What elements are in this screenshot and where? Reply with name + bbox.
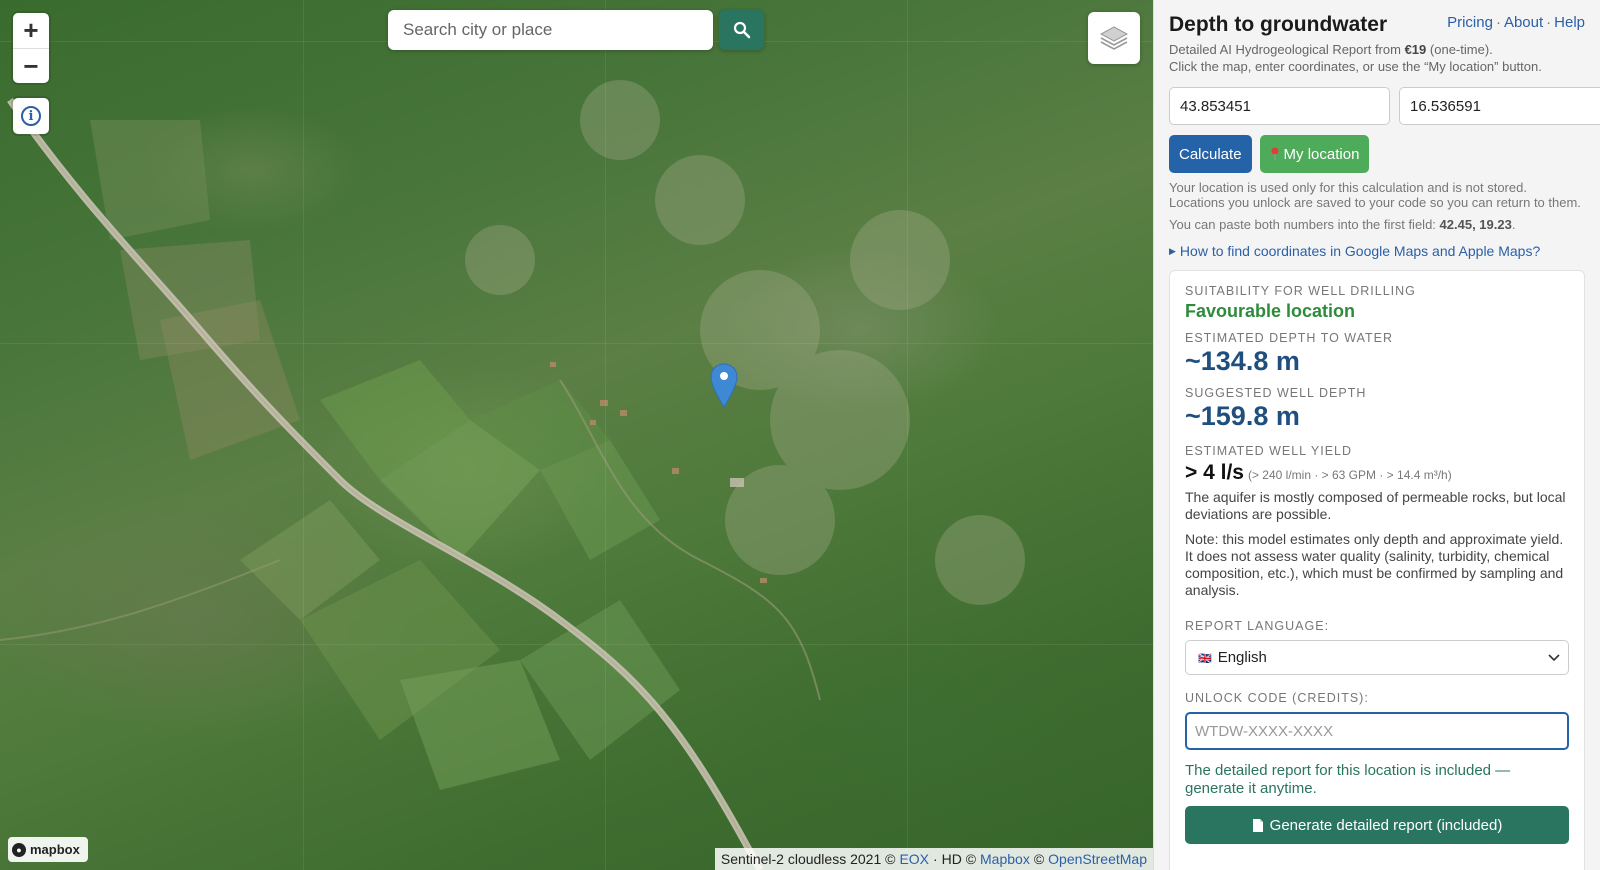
attribution-eox-link[interactable]: EOX <box>899 851 929 867</box>
search-icon <box>733 21 750 39</box>
satellite-imagery <box>0 80 1025 870</box>
privacy-note: Your location is used only for this calc… <box>1169 180 1581 210</box>
unlock-code-input[interactable] <box>1185 712 1569 750</box>
attribution-prefix: Sentinel-2 cloudless 2021 © <box>720 851 896 867</box>
language-caption: Report language: <box>1185 619 1330 633</box>
result-card: Suitability for well drilling Favourable… <box>1169 270 1585 870</box>
yield-detail: (> 240 l/min · > 63 GPM · > 14.4 m³/h) <box>1247 468 1452 482</box>
mapbox-logo[interactable]: ● mapbox <box>8 837 88 862</box>
nav-pricing-link[interactable]: Pricing <box>1447 14 1493 31</box>
longitude-input[interactable] <box>1399 87 1600 125</box>
calculate-button[interactable]: Calculate <box>1169 135 1252 173</box>
language-selected: 🇬🇧 English <box>1198 649 1267 666</box>
well-depth-value: ~159.8 m <box>1185 401 1300 431</box>
paste-tip-suffix: . <box>1511 217 1516 232</box>
yield-caption: Estimated well yield <box>1185 444 1353 458</box>
map-view[interactable]: + − i ● mapbox Sentinel-2 cloudless 2021… <box>0 0 1153 870</box>
zoom-control: + − <box>13 13 49 83</box>
mapbox-logo-text: mapbox <box>30 842 80 857</box>
language-value: English <box>1217 649 1267 666</box>
nav-about-link[interactable]: About <box>1504 14 1543 31</box>
map-grid-line <box>0 644 1153 645</box>
side-panel: Depth to groundwater Pricing · About · Help … <box>1153 0 1600 870</box>
generate-report-label: Generate detailed report (included) <box>1269 816 1503 834</box>
attribution-mapbox-link[interactable]: Mapbox <box>980 851 1030 867</box>
howto-disclosure[interactable]: ▶ How to find coordinates in Google Maps… <box>1169 243 1585 259</box>
my-location-button[interactable]: My location <box>1259 135 1370 173</box>
map-grid-line <box>907 0 908 870</box>
included-notice: The detailed report for this location is… <box>1185 762 1511 797</box>
location-marker-icon[interactable] <box>710 363 738 409</box>
intro-suffix: (one-time). <box>1429 42 1493 57</box>
top-nav: Pricing · About · Help <box>1447 14 1585 31</box>
mapbox-logo-icon: ● <box>12 842 26 857</box>
yield-value: > 4 l/s <box>1185 461 1244 484</box>
howto-label: How to find coordinates in Google Maps a… <box>1179 243 1541 259</box>
nav-separator: · <box>1546 14 1552 31</box>
paste-tip: You can paste both numbers into the firs… <box>1169 217 1585 232</box>
map-grid-line <box>303 0 304 870</box>
suitability-caption: Suitability for well drilling <box>1185 284 1416 298</box>
attribution-osm-link[interactable]: OpenStreetMap <box>1048 851 1147 867</box>
attribution-sep: © <box>1033 851 1045 867</box>
depth-caption: Estimated depth to water <box>1185 331 1394 345</box>
zoom-in-button[interactable]: + <box>13 13 49 48</box>
map-grid-line <box>605 0 606 870</box>
search-button[interactable] <box>719 10 764 50</box>
yield-line: > 4 l/s (> 240 l/min · > 63 GPM · > 14.4… <box>1185 461 1569 485</box>
panel-header: Depth to groundwater Pricing · About · Help <box>1169 12 1585 37</box>
depth-value: ~134.8 m <box>1185 346 1300 376</box>
intro-prefix: Detailed AI Hydrogeological Report from <box>1169 42 1401 57</box>
intro-text: Detailed AI Hydrogeological Report from … <box>1169 41 1585 75</box>
document-icon <box>1252 818 1263 832</box>
map-attribution: Sentinel-2 cloudless 2021 © EOX · HD © M… <box>714 848 1153 870</box>
map-grid-line <box>0 343 1153 344</box>
intro-line-2: Click the map, enter coordinates, or use… <box>1169 59 1542 74</box>
well-depth-caption: Suggested well depth <box>1185 386 1367 400</box>
unlock-caption: Unlock code (credits): <box>1185 691 1369 705</box>
action-buttons: Calculate My location <box>1169 135 1585 173</box>
attribution-hd: · HD © <box>933 851 977 867</box>
uk-flag-icon: 🇬🇧 <box>1198 653 1212 665</box>
paste-tip-prefix: You can paste both numbers into the firs… <box>1169 217 1436 232</box>
info-button[interactable]: i <box>13 98 49 134</box>
pin-icon <box>1271 147 1279 160</box>
layers-button[interactable] <box>1088 12 1140 64</box>
latitude-input[interactable] <box>1169 87 1390 125</box>
coordinates-row <box>1169 87 1600 125</box>
intro-price: €19 <box>1404 42 1427 57</box>
paste-tip-example: 42.45, 19.23 <box>1439 217 1512 232</box>
language-select[interactable]: 🇬🇧 English <box>1185 640 1569 675</box>
disclosure-triangle-icon: ▶ <box>1169 245 1176 256</box>
page-title: Depth to groundwater <box>1169 13 1388 36</box>
generate-report-button[interactable]: Generate detailed report (included) <box>1185 806 1569 844</box>
chevron-down-icon <box>1548 653 1560 661</box>
info-icon: i <box>21 106 41 126</box>
model-note: Note: this model estimates only depth an… <box>1185 531 1564 598</box>
nav-separator: · <box>1495 14 1501 31</box>
aquifer-note: The aquifer is mostly composed of permea… <box>1185 489 1566 522</box>
intro-line-1: Detailed AI Hydrogeological Report from … <box>1169 41 1585 58</box>
layers-icon <box>1099 26 1129 50</box>
zoom-out-button[interactable]: − <box>13 48 49 83</box>
search-input[interactable] <box>388 10 713 50</box>
suitability-value: Favourable location <box>1185 301 1356 321</box>
nav-help-link[interactable]: Help <box>1554 14 1585 31</box>
my-location-label: My location <box>1283 145 1360 163</box>
